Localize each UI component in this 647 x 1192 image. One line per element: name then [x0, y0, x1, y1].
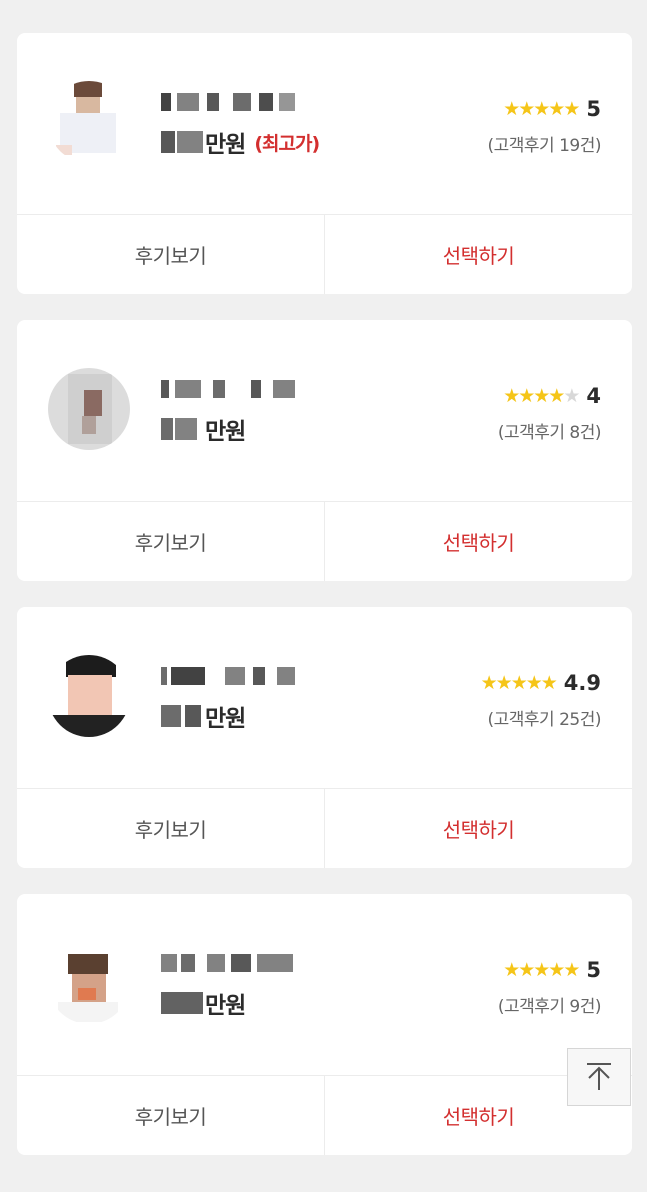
review-count: (고객후기 9건)	[497, 997, 602, 1017]
price-unit: 만원	[205, 706, 246, 732]
card-actions: 후기보기 선택하기	[17, 789, 632, 868]
price: 만원	[161, 414, 246, 445]
provider-avatar	[48, 655, 130, 737]
review-count: (고객후기 19건)	[487, 136, 601, 156]
select-button[interactable]: 선택하기	[325, 789, 632, 868]
provider-card: 만원 ★★★★★ 4 (고객후기 8건) 후기보기 선택하기	[17, 320, 632, 581]
provider-info: 만원 (최고가) ★★★★★ 5 (고객후기 19건)	[17, 33, 632, 215]
select-button[interactable]: 선택하기	[325, 215, 632, 294]
rating: ★★★★★ 4.9	[481, 671, 601, 695]
price-unit: 만원	[205, 132, 246, 158]
arrow-up-to-top-icon	[587, 1063, 611, 1090]
price-amount-blurred	[161, 992, 205, 1014]
rating: ★★★★★ 4	[503, 384, 601, 408]
provider-card: 만원 (최고가) ★★★★★ 5 (고객후기 19건) 후기보기 선택하기	[17, 33, 632, 294]
rating-score: 5	[586, 958, 601, 982]
price: 만원 (최고가)	[161, 127, 320, 158]
star-rating-icon: ★★★★★	[503, 97, 580, 120]
star-rating-icon: ★★★★★	[480, 671, 558, 694]
provider-avatar	[48, 942, 130, 1024]
view-reviews-button[interactable]: 후기보기	[17, 215, 325, 294]
rating-score: 5	[586, 97, 601, 121]
provider-avatar	[48, 368, 130, 450]
provider-name-blurred	[161, 93, 299, 111]
price-amount-blurred	[161, 418, 205, 440]
provider-card: 만원 ★★★★★ 5 (고객후기 9건) 후기보기 선택하기	[17, 894, 632, 1155]
price-amount-blurred	[161, 705, 205, 727]
price: 만원	[161, 988, 246, 1019]
card-actions: 후기보기 선택하기	[17, 1076, 632, 1155]
provider-card: 만원 ★★★★★ 4.9 (고객후기 25건) 후기보기 선택하기	[17, 607, 632, 868]
star-rating-icon: ★★★★★	[503, 384, 580, 407]
rating-score: 4	[586, 384, 601, 408]
card-actions: 후기보기 선택하기	[17, 215, 632, 294]
price-unit: 만원	[205, 993, 246, 1019]
card-actions: 후기보기 선택하기	[17, 502, 632, 581]
view-reviews-button[interactable]: 후기보기	[17, 1076, 325, 1155]
view-reviews-button[interactable]: 후기보기	[17, 789, 325, 868]
star-rating-icon: ★★★★★	[503, 958, 580, 981]
provider-avatar	[48, 81, 130, 163]
rating-score: 4.9	[563, 671, 601, 695]
price-unit: 만원	[205, 419, 246, 445]
price-amount-blurred	[161, 131, 205, 153]
view-reviews-button[interactable]: 후기보기	[17, 502, 325, 581]
select-button[interactable]: 선택하기	[325, 502, 632, 581]
provider-info: 만원 ★★★★★ 4.9 (고객후기 25건)	[17, 607, 632, 789]
provider-name-blurred	[161, 667, 299, 685]
rating: ★★★★★ 5	[503, 97, 601, 121]
rating: ★★★★★ 5	[503, 958, 601, 982]
highest-price-tag: (최고가)	[254, 132, 320, 155]
provider-info: 만원 ★★★★★ 4 (고객후기 8건)	[17, 320, 632, 502]
scroll-to-top-button[interactable]	[567, 1048, 631, 1106]
review-count: (고객후기 8건)	[497, 423, 602, 443]
provider-name-blurred	[161, 954, 299, 972]
price: 만원	[161, 701, 246, 732]
review-count: (고객후기 25건)	[487, 710, 601, 730]
provider-info: 만원 ★★★★★ 5 (고객후기 9건)	[17, 894, 632, 1076]
provider-name-blurred	[161, 380, 299, 398]
